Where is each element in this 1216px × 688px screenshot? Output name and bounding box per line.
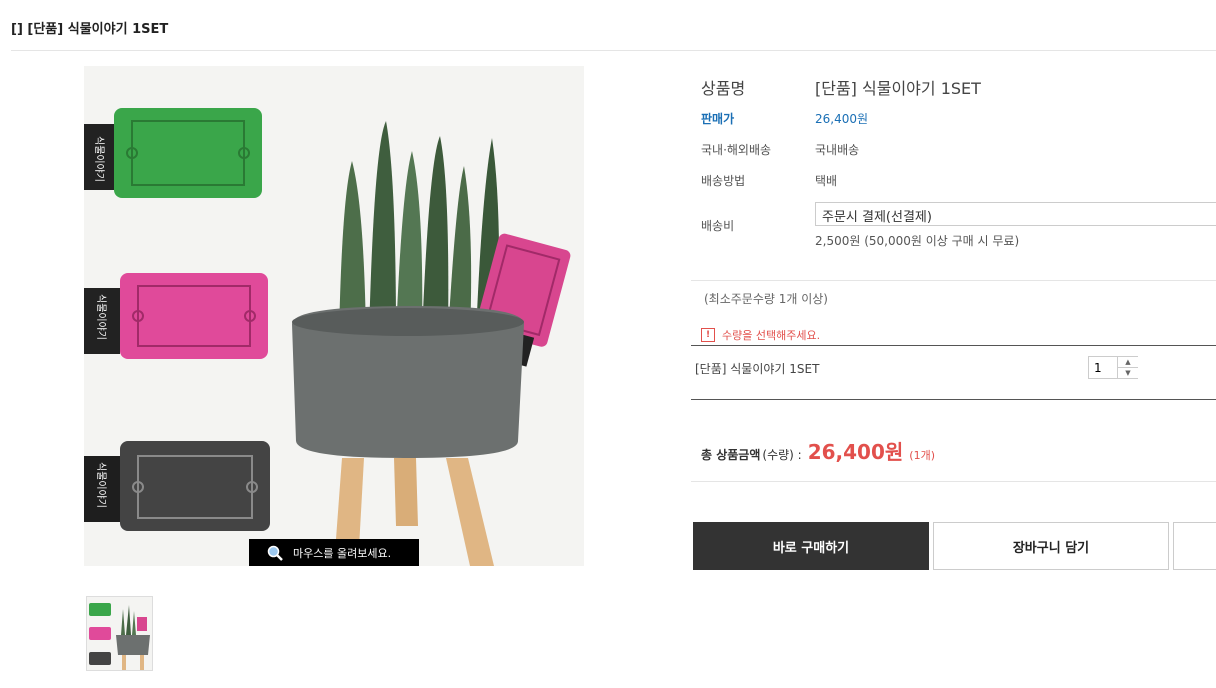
shipping-region-value: 국내배송 (815, 143, 860, 157)
info-divider (691, 280, 1216, 281)
buy-now-button[interactable]: 바로 구매하기 (693, 522, 929, 570)
sensor-label-dark: 식물이야기 (95, 462, 107, 508)
total-price: 총 상품금액 (수량) : 26,400원 (1개) (701, 436, 935, 465)
shipping-fee-select[interactable]: 주문시 결제(선결제) (815, 202, 1216, 226)
quantity-warning: ! 수량을 선택해주세요. (701, 327, 820, 343)
thumbnail-photo (87, 597, 152, 670)
product-name: [단품] 식물이야기 1SET (815, 79, 981, 98)
warning-icon: ! (701, 328, 715, 342)
quantity-warning-text: 수량을 선택해주세요. (722, 329, 821, 342)
quantity-down-button[interactable]: ▼ (1117, 368, 1138, 378)
shipping-fee-desc: 2,500원 (50,000원 이상 구매 시 무료) (815, 234, 1020, 248)
product-photo: 식물이야기 식물이야기 식물이야기 (84, 66, 584, 566)
shipping-region-label: 국내·해외배송 (701, 143, 772, 157)
price-label: 판매가 (701, 112, 735, 126)
shipping-method-label: 배송방법 (701, 174, 746, 188)
quantity-input[interactable] (1089, 357, 1119, 378)
quantity-up-button[interactable]: ▲ (1117, 357, 1138, 368)
product-main-image[interactable]: 식물이야기 식물이야기 식물이야기 (84, 66, 584, 566)
option-name: [단품] 식물이야기 1SET (695, 362, 820, 376)
add-to-cart-button[interactable]: 장바구니 담기 (933, 522, 1169, 570)
total-divider (691, 481, 1216, 482)
total-suffix: (수량) : (762, 448, 802, 462)
zoom-hint: 마우스를 올려보세요. (249, 539, 419, 566)
product-thumbnail[interactable] (86, 596, 153, 671)
header-divider (11, 50, 1216, 51)
shipping-method-value: 택배 (815, 174, 838, 188)
price-value: 26,400원 (815, 112, 869, 126)
breadcrumb: [] [단품] 식물이야기 1SET (11, 22, 169, 37)
total-count: (1개) (909, 449, 935, 462)
shipping-fee-label: 배송비 (701, 219, 735, 233)
option-bottom-divider (691, 399, 1216, 400)
sensor-label-pink: 식물이야기 (95, 294, 107, 340)
wishlist-button[interactable] (1173, 522, 1216, 570)
zoom-hint-text: 마우스를 올려보세요. (293, 546, 392, 560)
total-label: 총 상품금액 (701, 448, 761, 462)
total-amount: 26,400원 (807, 440, 904, 464)
option-top-divider (691, 345, 1216, 346)
sensor-label-green: 식물이야기 (93, 136, 105, 182)
product-name-label: 상품명 (701, 79, 746, 98)
min-order-note: (최소주문수량 1개 이상) (704, 292, 828, 306)
quantity-stepper[interactable]: ▲ ▼ (1088, 356, 1138, 379)
magnifier-icon (267, 545, 283, 561)
